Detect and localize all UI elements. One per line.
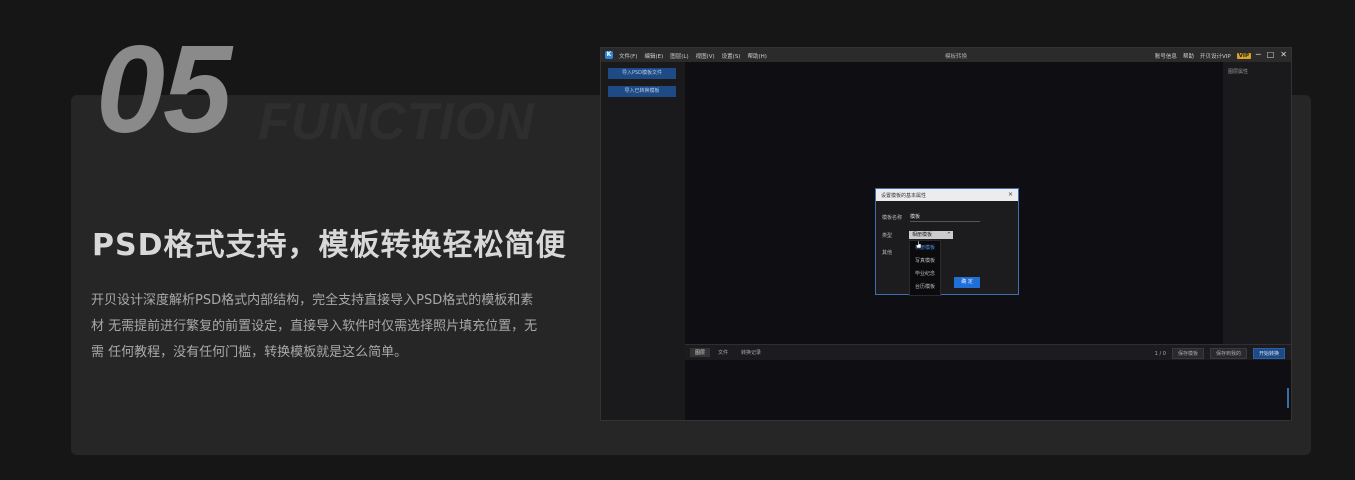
layer-properties-label: 图层属性 <box>1228 69 1249 75</box>
minimize-icon[interactable]: ─ <box>1256 50 1261 59</box>
menu-view[interactable]: 视图(V) <box>696 52 715 60</box>
type-select-value: 相册模板 <box>912 232 933 238</box>
import-converted-button[interactable]: 导入已转换模板 <box>608 86 676 97</box>
hand-cursor-icon <box>916 241 922 249</box>
name-label: 模板名称 <box>882 215 903 221</box>
dialog-close-icon[interactable]: × <box>1008 191 1013 198</box>
type-label: 类型 <box>882 233 893 239</box>
start-convert-button[interactable]: 开始转换 <box>1252 348 1285 359</box>
save-template-button[interactable]: 保存模板 <box>1171 348 1204 359</box>
feature-title: PSD格式支持，模板转换轻松简便 <box>92 228 567 263</box>
menu-help[interactable]: 帮助(H) <box>747 52 766 60</box>
function-watermark: FUNCTION <box>258 93 535 151</box>
right-panel: 图层属性 <box>1223 62 1291 344</box>
template-properties-dialog: 设置模板的基本属性 × 模板名称 模板 类型 相册模板 ^ 其他 相册模板 写真… <box>875 188 1019 296</box>
bottom-toolbar: 图层 文件 转换记录 1 / 0 保存模板 保存到我的 开始转换 <box>685 344 1291 360</box>
feature-number: 05 <box>96 21 232 159</box>
desc-line-2: 材 无需提前进行繁复的前置设定，直接导入软件时仅需选择照片填充位置，无 <box>91 319 538 334</box>
close-icon[interactable]: ✕ <box>1280 50 1287 59</box>
left-panel: 导入PSD模板文件 导入已转换模板 <box>601 62 685 420</box>
option-calendar[interactable]: 台历模板 <box>915 283 935 290</box>
bottom-controls: 1 / 0 保存模板 保存到我的 开始转换 <box>1155 348 1285 359</box>
import-psd-button[interactable]: 导入PSD模板文件 <box>608 68 676 79</box>
menu-settings[interactable]: 设置(S) <box>722 52 741 60</box>
help-link[interactable]: 帮助 <box>1183 52 1194 60</box>
tab-files[interactable]: 文件 <box>713 348 733 357</box>
dialog-title: 设置模板的基本属性 <box>881 193 927 199</box>
option-graduation[interactable]: 毕业纪念 <box>915 270 935 277</box>
template-name-input[interactable]: 模板 <box>910 213 980 222</box>
menu-edit[interactable]: 编辑(E) <box>644 52 663 60</box>
menu-file[interactable]: 文件(F) <box>619 52 637 60</box>
scrollbar-thumb[interactable] <box>1287 388 1289 408</box>
confirm-button[interactable]: 确 定 <box>954 277 980 288</box>
titlebar-right: 账号信息 帮助 开贝设计VIP VIP <box>1155 52 1251 60</box>
app-logo-icon[interactable]: K <box>605 51 613 59</box>
other-label: 其他 <box>882 250 893 256</box>
app-titlebar: K 文件(F) 编辑(E) 图层(L) 视图(V) 设置(S) 帮助(H) 模板… <box>601 48 1291 62</box>
desc-line-1: 开贝设计深度解析PSD格式内部结构，完全支持直接导入PSD格式的模板和素 <box>91 293 534 308</box>
desc-line-3: 需 任何教程，没有任何门槛，转换模板就是这么简单。 <box>91 345 408 360</box>
chevron-up-icon: ^ <box>946 232 951 238</box>
window-title: 模板转换 <box>945 54 968 60</box>
product-name: 开贝设计VIP <box>1199 54 1231 60</box>
account-link[interactable]: 账号信息 <box>1155 52 1177 60</box>
app-screenshot: K 文件(F) 编辑(E) 图层(L) 视图(V) 设置(S) 帮助(H) 模板… <box>600 47 1292 421</box>
feature-description: 开贝设计深度解析PSD格式内部结构，完全支持直接导入PSD格式的模板和素 材 无… <box>91 288 581 366</box>
bottom-tabs: 图层 文件 转换记录 <box>690 348 766 357</box>
vip-badge[interactable]: VIP <box>1236 53 1251 59</box>
window-controls: ─ □ ✕ <box>1256 50 1287 59</box>
tab-history[interactable]: 转换记录 <box>736 348 766 357</box>
save-to-mine-button[interactable]: 保存到我的 <box>1209 348 1247 359</box>
page-indicator: 1 / 0 <box>1154 350 1166 357</box>
app-menu-bar: 文件(F) 编辑(E) 图层(L) 视图(V) 设置(S) 帮助(H) <box>619 52 767 60</box>
type-dropdown: 相册模板 写真模板 毕业纪念 台历模板 <box>909 240 941 296</box>
tab-layers[interactable]: 图层 <box>690 348 711 357</box>
option-portrait[interactable]: 写真模板 <box>915 257 935 264</box>
menu-layer[interactable]: 图层(L) <box>670 52 688 60</box>
dialog-header: 设置模板的基本属性 × <box>876 189 1018 201</box>
type-select[interactable]: 相册模板 ^ <box>909 231 953 239</box>
maximize-icon[interactable]: □ <box>1267 50 1275 59</box>
